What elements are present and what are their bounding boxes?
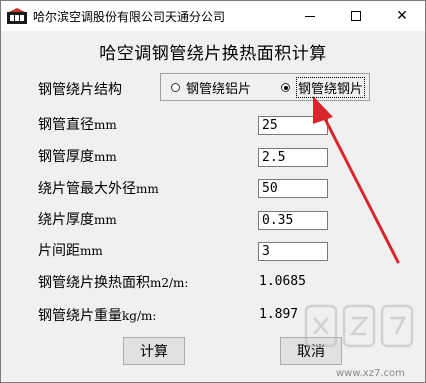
weight-label: 钢管绕片重量kg/m: [38, 305, 156, 325]
pipe-thickness-input[interactable]: 2.5 [258, 148, 328, 167]
pipe-diameter-unit: mm [94, 118, 117, 132]
maximize-icon [351, 11, 361, 21]
pipe-diameter-label-text: 钢管直径 [38, 117, 94, 133]
pipe-thickness-unit: mm [94, 150, 117, 164]
watermark-text: www.xz7.com [336, 368, 405, 379]
pipe-diameter-label: 钢管直径mm [38, 114, 117, 134]
pipe-thickness-label-text: 钢管厚度 [38, 149, 94, 165]
weight-value: 1.897 [259, 307, 299, 322]
fin-thickness-input[interactable]: 0.35 [258, 211, 328, 230]
heat-exchange-area-unit: m2/m: [150, 276, 189, 290]
fin-spacing-input[interactable]: 3 [258, 242, 328, 261]
fin-spacing-label-text: 片间距 [38, 243, 80, 259]
radio-unchecked-icon [171, 83, 180, 92]
structure-label: 钢管绕片结构 [38, 82, 122, 98]
calculator-window: 哈尔滨空调股份有限公司天通分公司 ✕ 哈空调钢管绕片换热面积计算 钢管绕片结构 … [0, 0, 426, 383]
radio-aluminum-fin[interactable]: 钢管绕铝片 [171, 79, 252, 97]
fin-spacing-unit: mm [80, 244, 103, 258]
radio-steel-fin-label: 钢管绕钢片 [296, 77, 366, 98]
fin-thickness-unit: mm [94, 213, 117, 227]
title-bar[interactable]: 哈尔滨空调股份有限公司天通分公司 ✕ [1, 1, 425, 31]
weight-label-text: 钢管绕片重量 [38, 308, 122, 324]
radio-aluminum-fin-label: 钢管绕铝片 [186, 82, 252, 97]
fin-spacing-label: 片间距mm [38, 240, 103, 260]
fin-thickness-label: 绕片厚度mm [38, 209, 117, 229]
fin-max-outer-diameter-unit: mm [136, 182, 159, 196]
weight-unit: kg/m: [122, 309, 157, 323]
heat-exchange-area-label-text: 钢管绕片换热面积 [38, 275, 150, 291]
close-icon: ✕ [396, 8, 408, 24]
fin-max-outer-diameter-label-text: 绕片管最大外径 [38, 181, 136, 197]
close-button[interactable]: ✕ [379, 1, 425, 31]
minimize-button[interactable] [287, 1, 333, 31]
heat-exchange-area-label: 钢管绕片换热面积m2/m: [38, 272, 188, 292]
fin-max-outer-diameter-input[interactable]: 50 [258, 179, 328, 198]
fin-max-outer-diameter-label: 绕片管最大外径mm [38, 178, 159, 198]
minimize-icon [305, 15, 315, 17]
fin-thickness-label-text: 绕片厚度 [38, 212, 94, 228]
company-logo-icon [7, 8, 27, 24]
heat-exchange-area-value: 1.0685 [259, 274, 306, 289]
maximize-button[interactable] [333, 1, 379, 31]
pipe-thickness-label: 钢管厚度mm [38, 146, 117, 166]
pipe-diameter-input[interactable]: 25 [258, 116, 328, 135]
radio-checked-icon [281, 83, 290, 92]
form-heading: 哈空调钢管绕片换热面积计算 [99, 44, 327, 64]
structure-radio-group: 钢管绕铝片 钢管绕钢片 [160, 73, 370, 101]
window-title: 哈尔滨空调股份有限公司天通分公司 [33, 10, 226, 24]
radio-steel-fin[interactable]: 钢管绕钢片 [281, 77, 366, 98]
calculate-button[interactable]: 计算 [123, 337, 185, 365]
cancel-button[interactable]: 取消 [280, 337, 342, 365]
